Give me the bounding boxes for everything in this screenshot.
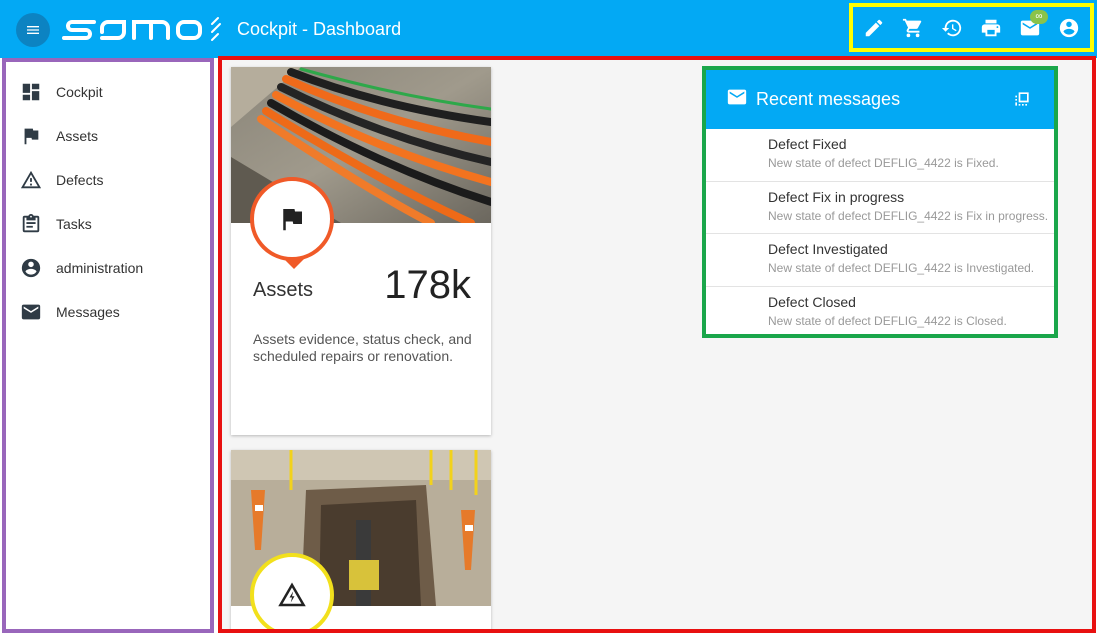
sidebar-item-label: Cockpit	[56, 84, 103, 100]
assets-badge	[250, 177, 334, 269]
message-body: New state of defect DEFLIG_4422 is Inves…	[768, 261, 1035, 275]
message-body: New state of defect DEFLIG_4422 is Fixed…	[768, 156, 999, 170]
message-title: Defect Fixed	[768, 136, 847, 152]
card-title: Assets	[253, 279, 314, 301]
header-actions: ∞	[849, 3, 1094, 52]
open-in-full-icon	[1015, 92, 1029, 106]
menu-button[interactable]	[16, 13, 50, 47]
sidebar-item-label: administration	[56, 260, 144, 276]
clipboard-icon	[22, 213, 40, 233]
message-item[interactable]: Defect Investigated New state of defect …	[706, 234, 1054, 287]
message-item[interactable]: Defect Fixed New state of defect DEFLIG_…	[706, 129, 1054, 182]
sidebar-item-defects[interactable]: Defects	[6, 158, 210, 202]
cart-button[interactable]	[893, 8, 932, 48]
recent-messages-title: Recent messages	[756, 89, 901, 109]
recent-messages-panel: Recent messages Defect Fixed New state o…	[702, 66, 1058, 338]
message-title: Defect Investigated	[768, 241, 888, 257]
sidebar-item-messages[interactable]: Messages	[6, 290, 210, 334]
warning-triangle-icon	[20, 170, 42, 189]
sidebar-nav: Cockpit Assets Defects Tasks administrat…	[6, 62, 210, 334]
history-button[interactable]	[932, 8, 971, 48]
app: Cockpit - Dashboard ∞ Cockpit Assets Def…	[0, 0, 1097, 635]
page-title: Cockpit - Dashboard	[237, 19, 402, 39]
messages-badge: ∞	[1030, 9, 1048, 24]
edit-button[interactable]	[854, 8, 893, 48]
account-circle-icon	[21, 258, 41, 278]
history-icon	[941, 19, 961, 36]
sidebar-item-label: Messages	[56, 304, 120, 320]
message-title: Defect Closed	[768, 293, 856, 310]
sidebar-item-label: Assets	[56, 128, 99, 144]
messages-button[interactable]: ∞	[1010, 8, 1049, 48]
sidebar-item-label: Tasks	[56, 216, 92, 232]
defects-badge	[250, 553, 334, 629]
flag-icon	[283, 209, 302, 231]
hamburger-icon	[27, 26, 39, 34]
message-body: New state of defect DEFLIG_4422 is Close…	[768, 313, 1007, 328]
cart-icon	[902, 18, 921, 37]
printer-icon	[981, 19, 1000, 36]
message-item[interactable]: Defect Closed New state of defect DEFLIG…	[706, 287, 1054, 340]
sidebar-item-label: Defects	[56, 172, 104, 188]
pencil-icon	[865, 19, 882, 36]
message-item[interactable]: Defect Fix in progress New state of defe…	[706, 182, 1054, 234]
sidebar-item-administration[interactable]: administration	[6, 246, 210, 290]
assets-card[interactable]: Assets 178k Assets evidence, status chec…	[231, 67, 491, 435]
mail-icon	[21, 304, 41, 320]
card-description: Assets evidence, status check, and sched…	[253, 331, 472, 364]
recent-messages-header: Recent messages	[706, 70, 1054, 129]
sidebar-item-tasks[interactable]: Tasks	[6, 202, 210, 246]
samo-logo	[62, 17, 221, 41]
sidebar-item-cockpit[interactable]: Cockpit	[6, 70, 210, 114]
warning-triangle-icon	[278, 582, 306, 607]
account-circle-icon	[1059, 18, 1078, 37]
main-content: Assets 178k Assets evidence, status chec…	[218, 56, 1096, 633]
dashboard-icon	[22, 83, 40, 101]
print-button[interactable]	[971, 8, 1010, 48]
message-title: Defect Fix in progress	[768, 188, 905, 205]
sidebar: Cockpit Assets Defects Tasks administrat…	[2, 58, 214, 633]
message-body: New state of defect DEFLIG_4422 is Fix i…	[768, 208, 1049, 223]
card-value: 178k	[384, 263, 471, 307]
top-bar: Cockpit - Dashboard ∞	[0, 0, 1097, 58]
defects-card[interactable]	[231, 450, 491, 629]
sidebar-item-assets[interactable]: Assets	[6, 114, 210, 158]
flag-icon	[24, 128, 39, 145]
account-button[interactable]	[1049, 8, 1088, 48]
mail-icon	[726, 86, 748, 113]
expand-panel-button[interactable]	[1012, 89, 1032, 114]
